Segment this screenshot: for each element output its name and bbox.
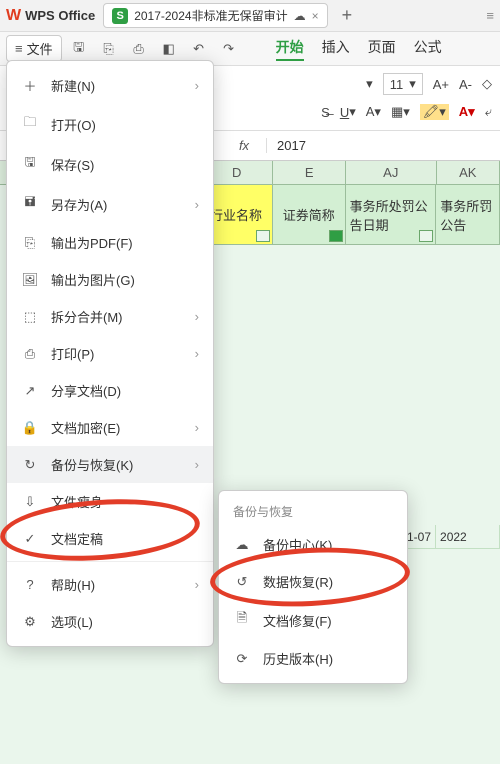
header-stock[interactable]: 证券简称 — [273, 185, 346, 245]
submenu-data-recover[interactable]: ↺数据恢复(R) — [219, 563, 407, 600]
chevron-right-icon: › — [195, 346, 199, 361]
lock-icon: 🔒 — [21, 420, 39, 436]
menu-options[interactable]: ⚙选项(L) — [7, 603, 213, 640]
new-file-icon: ＋ — [21, 76, 39, 95]
help-icon: ? — [21, 577, 39, 592]
menu-image[interactable]: 🖼输出为图片(G) — [7, 261, 213, 298]
print-button[interactable]: ⎙ — [126, 36, 152, 62]
font-size-divider: ▾ — [366, 76, 373, 92]
preview-button[interactable]: ◧ — [156, 36, 182, 62]
menu-finalize[interactable]: ✓文档定稿 — [7, 520, 213, 557]
redo-button[interactable]: ↷ — [216, 36, 242, 62]
menu-open[interactable]: 🗀打开(O) — [7, 104, 213, 144]
chevron-right-icon: › — [195, 420, 199, 435]
clear-format-icon[interactable]: ◇ — [482, 76, 492, 92]
font-size-input[interactable]: 11 ▾ — [383, 73, 423, 95]
menu-new[interactable]: ＋新建(N)› — [7, 67, 213, 104]
highlight-button[interactable]: 🖍▾ — [420, 104, 449, 120]
col-e[interactable]: E — [273, 161, 346, 184]
menu-backup[interactable]: ↻备份与恢复(K)› — [7, 446, 213, 483]
backup-submenu: 备份与恢复 ☁备份中心(K) ↺数据恢复(R) 🗎文档修复(F) ⟳历史版本(H… — [218, 490, 408, 684]
menu-separator — [7, 561, 213, 562]
ribbon-tabs: 开始 插入 页面 公式 — [276, 37, 442, 61]
quick-action-button[interactable]: ⎘ — [96, 36, 122, 62]
filter-icon[interactable] — [256, 230, 270, 242]
menu-pdf[interactable]: ⎘输出为PDF(F) — [7, 224, 213, 261]
split-icon: ⬚ — [21, 309, 39, 325]
saveas-icon: 🖬 — [21, 193, 39, 215]
title-bar: W WPS Office S 2017-2024非标准无保留审计 ☁ × + ≡ — [0, 0, 500, 32]
tab-formula[interactable]: 公式 — [414, 37, 442, 61]
col-ak[interactable]: AK — [437, 161, 500, 184]
chevron-right-icon: › — [195, 577, 199, 592]
cell-ak[interactable]: 2022 — [436, 525, 500, 549]
app-logo: W WPS Office — [6, 7, 95, 25]
header-penalty[interactable]: 事务所罚公告 — [436, 185, 500, 245]
share-icon: ↗ — [21, 383, 39, 399]
font-button[interactable]: A▾ — [366, 104, 381, 120]
filter-active-icon[interactable] — [329, 230, 343, 242]
cloud-icon: ☁ — [294, 9, 306, 23]
submenu-backup-center[interactable]: ☁备份中心(K) — [219, 526, 407, 563]
file-menu: ＋新建(N)› 🗀打开(O) 🖫保存(S) 🖬另存为(A)› ⎘输出为PDF(F… — [6, 60, 214, 647]
wrap-button[interactable]: ⤶ — [485, 104, 492, 120]
wps-logo-icon: W — [6, 7, 21, 25]
underline-button[interactable]: U▾ — [340, 104, 356, 120]
chevron-right-icon: › — [195, 78, 199, 93]
font-size-value: 11 — [390, 77, 404, 92]
history-icon: ⟳ — [233, 651, 251, 667]
chevron-right-icon: › — [195, 457, 199, 472]
submenu-history[interactable]: ⟳历史版本(H) — [219, 640, 407, 677]
tab-start[interactable]: 开始 — [276, 37, 304, 61]
increase-font-button[interactable]: A+ — [433, 77, 449, 92]
font-color-button[interactable]: A▾ — [459, 104, 475, 120]
border-button[interactable]: ▦▾ — [391, 104, 410, 120]
print-icon: ⎙ — [21, 346, 39, 362]
save-icon: 🖫 — [21, 153, 39, 175]
submenu-title: 备份与恢复 — [219, 497, 407, 526]
header-penalty-date[interactable]: 事务所处罚公告日期 — [346, 185, 437, 245]
fx-value[interactable]: 2017 — [267, 138, 316, 153]
menu-help[interactable]: ?帮助(H)› — [7, 566, 213, 603]
document-tab[interactable]: S 2017-2024非标准无保留审计 ☁ × — [103, 3, 327, 28]
folder-icon: 🗀 — [21, 113, 39, 135]
menu-saveas[interactable]: 🖬另存为(A)› — [7, 184, 213, 224]
menu-print[interactable]: ⎙打印(P)› — [7, 335, 213, 372]
new-tab-button[interactable]: + — [336, 5, 359, 26]
spreadsheet-icon: S — [112, 8, 128, 24]
document-tab-title: 2017-2024非标准无保留审计 — [134, 7, 287, 24]
filter-icon[interactable] — [419, 230, 433, 242]
submenu-doc-repair[interactable]: 🗎文档修复(F) — [219, 600, 407, 640]
backup-icon: ↻ — [21, 457, 39, 473]
repair-icon: 🗎 — [233, 609, 251, 631]
slim-icon: ⇩ — [21, 494, 39, 510]
fx-label[interactable]: fx — [222, 138, 267, 153]
undo-button[interactable]: ↶ — [186, 36, 212, 62]
check-icon: ✓ — [21, 531, 39, 547]
image-icon: 🖼 — [21, 272, 39, 288]
close-tab-button[interactable]: × — [312, 9, 319, 23]
file-label: 文件 — [27, 39, 53, 58]
save-button[interactable]: 🖫 — [66, 36, 92, 62]
decrease-font-button[interactable]: A- — [459, 77, 472, 92]
menu-encrypt[interactable]: 🔒文档加密(E)› — [7, 409, 213, 446]
pdf-icon: ⎘ — [21, 235, 39, 251]
menu-split[interactable]: ⬚拆分合并(M)› — [7, 298, 213, 335]
gear-icon: ⚙ — [21, 614, 39, 630]
hamburger-icon: ≡ — [15, 41, 23, 56]
recover-icon: ↺ — [233, 574, 251, 590]
menu-slim[interactable]: ⇩文件瘦身 — [7, 483, 213, 520]
chevron-right-icon: › — [195, 197, 199, 212]
cloud-folder-icon: ☁ — [233, 537, 251, 553]
menu-icon[interactable]: ≡ — [486, 8, 494, 23]
menu-share[interactable]: ↗分享文档(D) — [7, 372, 213, 409]
col-aj[interactable]: AJ — [346, 161, 437, 184]
menu-save[interactable]: 🖫保存(S) — [7, 144, 213, 184]
tab-page[interactable]: 页面 — [368, 37, 396, 61]
app-name: WPS Office — [25, 8, 95, 23]
tab-insert[interactable]: 插入 — [322, 37, 350, 61]
strike-button[interactable]: S̶ — [321, 105, 330, 120]
file-menu-button[interactable]: ≡ 文件 — [6, 35, 62, 62]
chevron-right-icon: › — [195, 309, 199, 324]
